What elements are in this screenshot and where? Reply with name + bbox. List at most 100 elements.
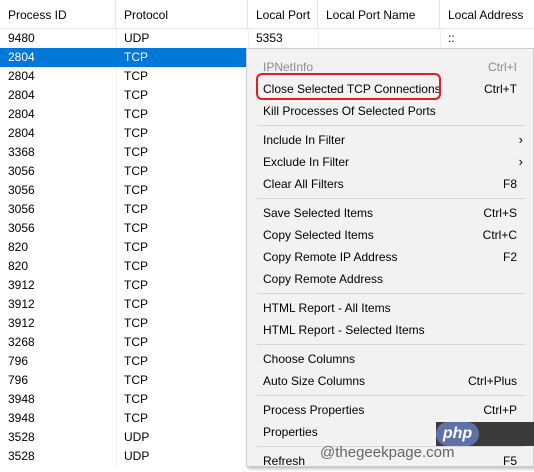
cell-process-id: 796	[8, 354, 29, 368]
menu-item-clear-all-filters[interactable]: Clear All Filters F8	[247, 173, 533, 195]
cell-protocol: TCP	[124, 392, 148, 406]
cell-protocol: TCP	[124, 183, 148, 197]
menu-item-label: Copy Remote IP Address	[263, 250, 398, 264]
cell-process-id: 3912	[8, 316, 35, 330]
submenu-arrow-icon: ›	[518, 154, 523, 169]
cell-process-id: 796	[8, 373, 29, 387]
menu-item-shortcut: Ctrl+C	[482, 228, 517, 242]
cell-protocol: TCP	[124, 50, 148, 64]
cell-process-id: 3948	[8, 392, 35, 406]
menu-item-label: Process Properties	[263, 403, 365, 417]
cell-protocol: TCP	[124, 297, 148, 311]
menu-item-label: Properties	[263, 425, 318, 439]
cell-protocol: TCP	[124, 259, 148, 273]
watermark-badge: php	[436, 422, 534, 446]
submenu-arrow-icon: ›	[518, 132, 523, 147]
menu-item-shortcut: F2	[502, 250, 517, 264]
cell-protocol: UDP	[124, 430, 150, 444]
menu-item-label: Clear All Filters	[263, 177, 344, 191]
cell-process-id: 3056	[8, 221, 35, 235]
menu-item-copy-selected-items[interactable]: Copy Selected Items Ctrl+C	[247, 224, 533, 246]
cell-protocol: TCP	[124, 69, 148, 83]
cell-process-id: 3912	[8, 297, 35, 311]
table-row[interactable]: 9480 UDP 5353 ::	[0, 29, 534, 48]
cell-process-id: 3528	[8, 449, 35, 463]
menu-item-shortcut: Ctrl+Plus	[467, 374, 517, 388]
menu-item-kill-processes[interactable]: Kill Processes Of Selected Ports	[247, 100, 533, 122]
cell-protocol: TCP	[124, 240, 148, 254]
cell-process-id: 2804	[8, 126, 35, 140]
menu-item-shortcut: Ctrl+I	[487, 60, 517, 74]
menu-item-exclude-in-filter[interactable]: Exclude In Filter ›	[247, 151, 533, 173]
menu-item-auto-size-columns[interactable]: Auto Size Columns Ctrl+Plus	[247, 370, 533, 392]
menu-item-label: Kill Processes Of Selected Ports	[263, 104, 436, 118]
menu-item-label: Exclude In Filter	[263, 155, 350, 169]
menu-separator	[257, 198, 525, 199]
column-header-process-id[interactable]: Process ID	[0, 0, 116, 28]
menu-separator	[257, 395, 525, 396]
menu-item-html-report-selected-items[interactable]: HTML Report - Selected Items	[247, 319, 533, 341]
menu-item-html-report-all-items[interactable]: HTML Report - All Items	[247, 297, 533, 319]
menu-separator	[257, 344, 525, 345]
column-header-local-port[interactable]: Local Port	[248, 0, 318, 28]
menu-item-save-selected-items[interactable]: Save Selected Items Ctrl+S	[247, 202, 533, 224]
cell-process-id: 3912	[8, 278, 35, 292]
menu-separator	[257, 125, 525, 126]
cell-process-id: 3056	[8, 164, 35, 178]
menu-item-choose-columns[interactable]: Choose Columns	[247, 348, 533, 370]
cell-protocol: TCP	[124, 126, 148, 140]
cell-process-id: 3056	[8, 183, 35, 197]
cell-protocol: TCP	[124, 278, 148, 292]
cell-process-id: 3056	[8, 202, 35, 216]
cell-protocol: TCP	[124, 373, 148, 387]
cell-protocol: TCP	[124, 145, 148, 159]
menu-separator	[257, 293, 525, 294]
menu-item-label: Save Selected Items	[263, 206, 374, 220]
cell-process-id: 2804	[8, 88, 35, 102]
cell-process-id: 9480	[8, 31, 35, 45]
cell-process-id: 2804	[8, 107, 35, 121]
cell-protocol: UDP	[124, 449, 150, 463]
cell-protocol: TCP	[124, 202, 148, 216]
menu-item-shortcut: F8	[502, 177, 517, 191]
php-logo: php	[436, 422, 479, 446]
column-header-local-address[interactable]: Local Address	[440, 0, 534, 28]
cell-protocol: TCP	[124, 411, 148, 425]
menu-item-label: HTML Report - Selected Items	[263, 323, 425, 337]
context-menu: IPNetInfo Ctrl+I Close Selected TCP Conn…	[246, 48, 534, 468]
menu-item-process-properties[interactable]: Process Properties Ctrl+P	[247, 399, 533, 421]
table-header: Process ID Protocol Local Port Local Por…	[0, 0, 534, 29]
column-header-local-port-name[interactable]: Local Port Name	[318, 0, 440, 28]
cell-process-id: 820	[8, 259, 29, 273]
menu-item-shortcut: F5	[502, 454, 517, 468]
menu-item-include-in-filter[interactable]: Include In Filter ›	[247, 129, 533, 151]
menu-item-label: Auto Size Columns	[263, 374, 366, 388]
cell-protocol: TCP	[124, 164, 148, 178]
cell-process-id: 820	[8, 240, 29, 254]
cell-local-port: 5353	[256, 31, 283, 45]
cell-process-id: 2804	[8, 69, 35, 83]
cell-protocol: TCP	[124, 354, 148, 368]
watermark-site: @thegeekpage.com	[320, 444, 455, 461]
menu-item-label: Refresh	[263, 454, 306, 468]
cell-protocol: TCP	[124, 88, 148, 102]
cell-process-id: 3268	[8, 335, 35, 349]
cell-protocol: TCP	[124, 316, 148, 330]
menu-item-label: Include In Filter	[263, 133, 346, 147]
cell-process-id: 3368	[8, 145, 35, 159]
menu-item-copy-remote-ip-address[interactable]: Copy Remote IP Address F2	[247, 246, 533, 268]
cell-protocol: UDP	[124, 31, 150, 45]
menu-item-label: Copy Remote Address	[263, 272, 384, 286]
menu-item-label: HTML Report - All Items	[263, 301, 391, 315]
menu-item-label: Choose Columns	[263, 352, 356, 366]
cell-protocol: TCP	[124, 107, 148, 121]
column-header-protocol[interactable]: Protocol	[116, 0, 248, 28]
cell-protocol: TCP	[124, 221, 148, 235]
cell-process-id: 2804	[8, 50, 35, 64]
menu-item-shortcut: Ctrl+T	[484, 82, 517, 96]
highlight-outline	[256, 73, 441, 100]
cell-process-id: 3948	[8, 411, 35, 425]
menu-item-label: Copy Selected Items	[263, 228, 374, 242]
menu-item-copy-remote-address[interactable]: Copy Remote Address	[247, 268, 533, 290]
menu-item-shortcut: Ctrl+P	[483, 403, 517, 417]
